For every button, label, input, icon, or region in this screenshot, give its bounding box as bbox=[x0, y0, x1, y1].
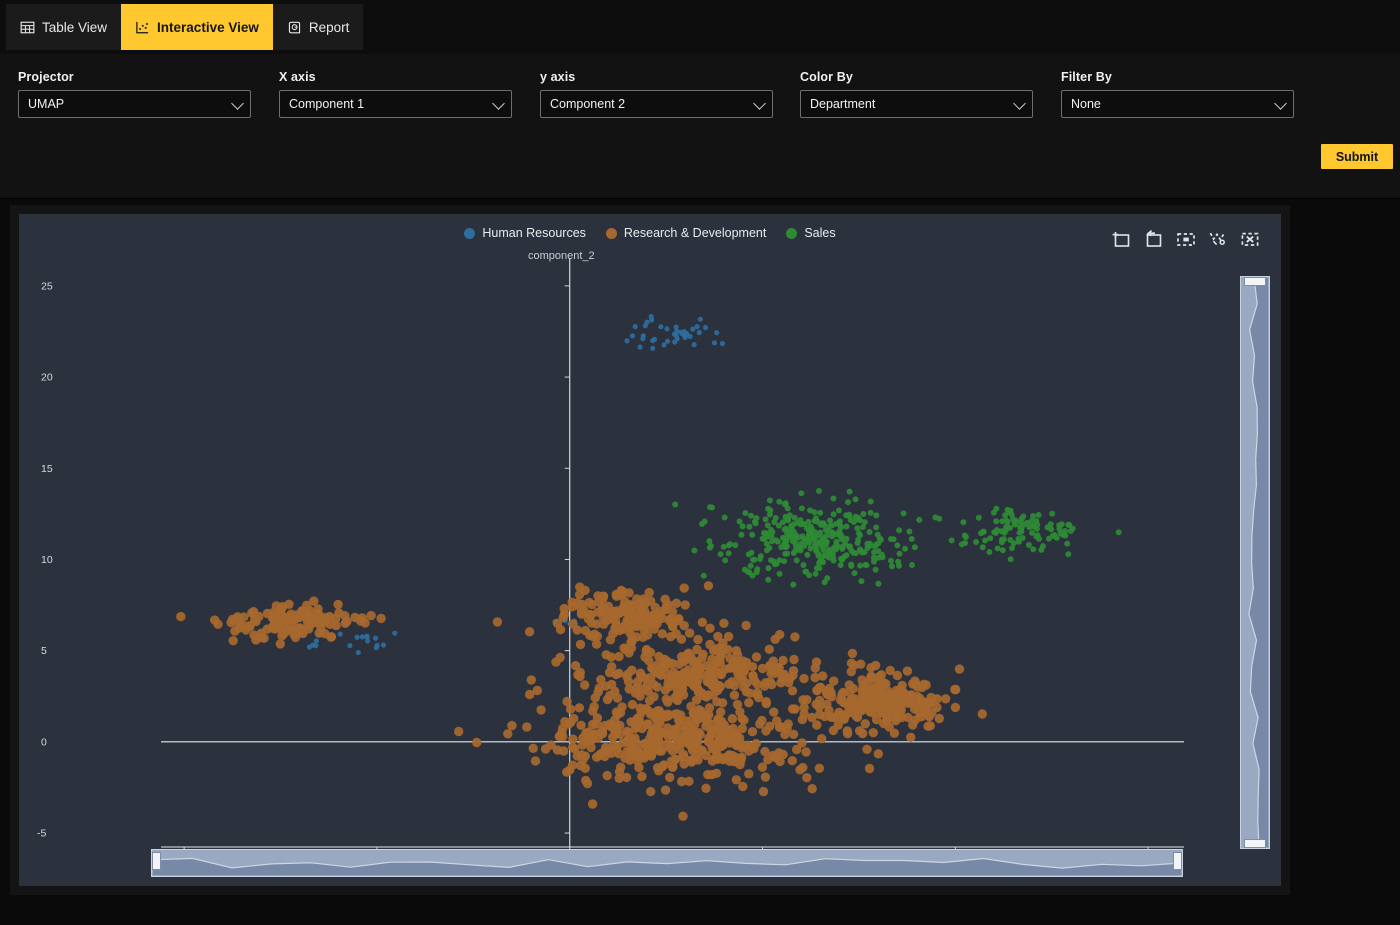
color-by-select[interactable]: Department bbox=[800, 90, 1033, 118]
tab-table-view[interactable]: Table View bbox=[6, 4, 122, 50]
control-projector: Projector UMAP bbox=[18, 70, 251, 118]
projector-select[interactable]: UMAP bbox=[18, 90, 251, 118]
x-axis-select[interactable]: Component 1 bbox=[279, 90, 512, 118]
y-range-handle-bottom[interactable] bbox=[1244, 839, 1266, 848]
chevron-down-icon bbox=[753, 97, 766, 110]
color-by-select-value: Department bbox=[810, 97, 876, 111]
control-label: Color By bbox=[800, 70, 853, 84]
plot-canvas[interactable]: -50510152025-10-5051015 bbox=[19, 214, 1281, 886]
control-label: Projector bbox=[18, 70, 74, 84]
y-tick-label: 20 bbox=[41, 372, 53, 384]
tab-label: Report bbox=[308, 19, 350, 35]
y-tick-label: -5 bbox=[37, 828, 46, 840]
y-tick-label: 15 bbox=[41, 463, 53, 475]
x-axis-select-value: Component 1 bbox=[289, 97, 365, 111]
submit-button[interactable]: Submit bbox=[1321, 144, 1393, 169]
series-sales[interactable] bbox=[672, 488, 1122, 588]
y-axis-select-value: Component 2 bbox=[550, 97, 626, 111]
control-color-by: Color By Department bbox=[800, 70, 1033, 118]
y-axis-select[interactable]: Component 2 bbox=[540, 90, 773, 118]
controls-panel: Projector UMAP X axis Component 1 y axis… bbox=[0, 54, 1400, 199]
control-filter-by: Filter By None bbox=[1061, 70, 1294, 118]
control-x-axis: X axis Component 1 bbox=[279, 70, 512, 118]
tab-label: Table View bbox=[42, 19, 108, 35]
control-label: X axis bbox=[279, 70, 316, 84]
x-range-slider[interactable] bbox=[151, 849, 1183, 877]
y-tick-label: 25 bbox=[41, 280, 53, 292]
chevron-down-icon bbox=[1274, 97, 1287, 110]
x-range-handle-left[interactable] bbox=[152, 852, 161, 870]
y-tick-label: 5 bbox=[41, 645, 47, 657]
control-label: y axis bbox=[540, 70, 576, 84]
chevron-down-icon bbox=[492, 97, 505, 110]
control-y-axis: y axis Component 2 bbox=[540, 70, 773, 118]
y-density-sparkline bbox=[1248, 278, 1268, 847]
control-label: Filter By bbox=[1061, 70, 1112, 84]
series-research-development[interactable] bbox=[176, 581, 987, 821]
scatter-plot[interactable]: Human Resources Research & Development S… bbox=[19, 214, 1281, 886]
x-range-handle-right[interactable] bbox=[1173, 852, 1182, 870]
y-range-slider[interactable] bbox=[1240, 276, 1270, 849]
chevron-down-icon bbox=[231, 97, 244, 110]
projector-select-value: UMAP bbox=[28, 97, 65, 111]
tab-label: Interactive View bbox=[157, 19, 259, 35]
view-tab-bar: Table View Interactive View Report bbox=[0, 0, 1400, 54]
scatter-plot-icon bbox=[136, 21, 149, 33]
chart-card: Human Resources Research & Development S… bbox=[10, 205, 1290, 895]
y-tick-label: 10 bbox=[41, 554, 53, 566]
filter-by-select[interactable]: None bbox=[1061, 90, 1294, 118]
x-density-sparkline bbox=[153, 857, 1181, 875]
tab-interactive-view[interactable]: Interactive View bbox=[121, 4, 273, 50]
filter-by-select-value: None bbox=[1071, 97, 1101, 111]
y-range-handle-top[interactable] bbox=[1244, 277, 1266, 286]
tab-report[interactable]: Report bbox=[272, 4, 364, 50]
chevron-down-icon bbox=[1013, 97, 1026, 110]
table-icon bbox=[20, 21, 35, 33]
report-icon bbox=[288, 21, 300, 33]
y-tick-label: 0 bbox=[41, 736, 47, 748]
